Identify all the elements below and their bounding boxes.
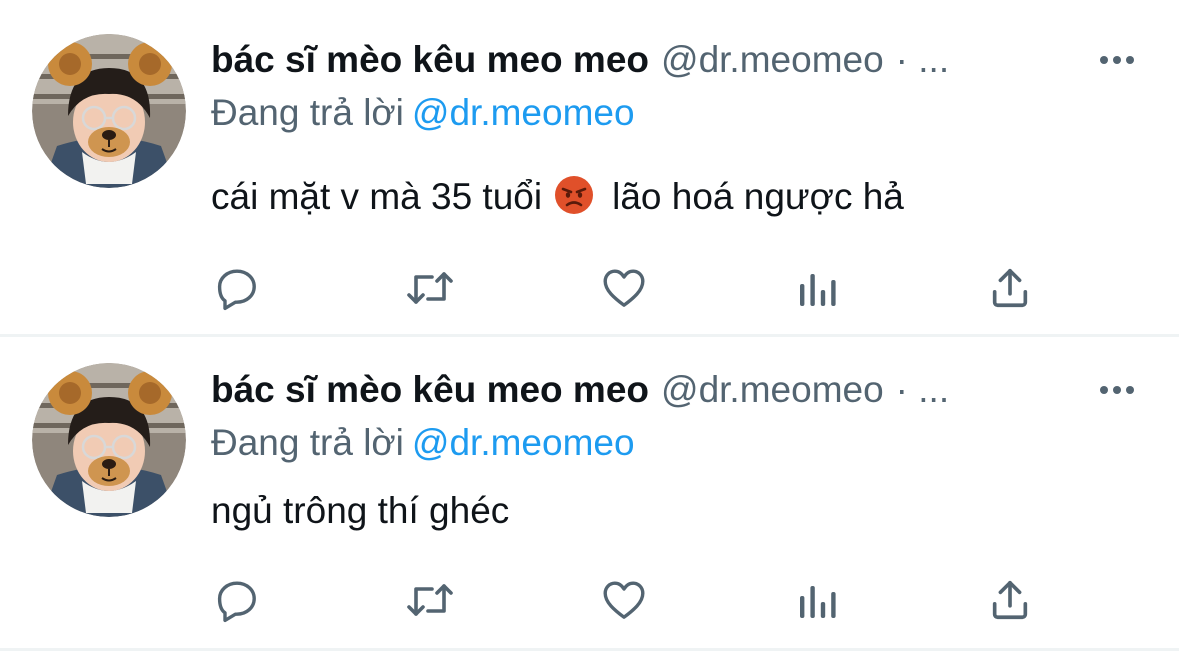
views-button[interactable]: [788, 570, 848, 630]
more-options-button[interactable]: [1095, 368, 1139, 412]
replying-to: Đang trả lời @dr.meomeo: [211, 88, 635, 138]
heart-icon: [603, 269, 645, 307]
reply-mention-link[interactable]: @dr.meomeo: [412, 92, 635, 133]
share-button[interactable]: [980, 258, 1040, 318]
reply-bubble-icon: [217, 581, 256, 623]
share-button[interactable]: [980, 570, 1040, 630]
timestamp-truncated: · ...: [895, 369, 950, 410]
tweet-divider: [0, 334, 1179, 337]
tweet-actions: [0, 570, 1179, 630]
tweet-divider: [0, 648, 1179, 651]
avatar[interactable]: [32, 34, 186, 188]
replying-to: Đang trả lời @dr.meomeo: [211, 418, 635, 468]
retweet-button[interactable]: [400, 258, 460, 318]
retweet-icon: [407, 584, 453, 616]
share-upload-icon: [992, 580, 1028, 620]
user-handle[interactable]: @dr.meomeo: [661, 39, 884, 80]
replying-label: Đang trả lời: [211, 92, 404, 133]
reply-button[interactable]: [207, 258, 267, 318]
display-name[interactable]: bác sĩ mèo kêu meo meo: [211, 39, 649, 80]
avatar[interactable]: [32, 363, 186, 517]
heart-icon: [603, 581, 645, 619]
analytics-bars-icon: [800, 586, 836, 618]
user-handle[interactable]: @dr.meomeo: [661, 369, 884, 410]
avatar-image: [32, 363, 186, 517]
replying-label: Đang trả lời: [211, 422, 404, 463]
avatar-image: [32, 34, 186, 188]
timestamp-truncated: · ...: [895, 39, 950, 80]
display-name[interactable]: bác sĩ mèo kêu meo meo: [211, 369, 649, 410]
tweet-actions: [0, 258, 1179, 318]
tweet-text-part: cái mặt v mà 35 tuổi: [211, 176, 543, 217]
analytics-bars-icon: [800, 274, 836, 306]
tweet-text: cái mặt v mà 35 tuổi lão hoá ngược hả: [211, 170, 904, 224]
like-button[interactable]: [594, 258, 654, 318]
tweet-header: bác sĩ mèo kêu meo meo @dr.meomeo · ...: [211, 34, 1059, 86]
tweet-header: bác sĩ mèo kêu meo meo @dr.meomeo · ...: [211, 364, 1059, 416]
more-dots-icon: [1100, 56, 1134, 64]
like-button[interactable]: [594, 570, 654, 630]
more-options-button[interactable]: [1095, 38, 1139, 82]
tweet-reply[interactable]: bác sĩ mèo kêu meo meo @dr.meomeo · ... Đa…: [0, 340, 1179, 648]
tweet-reply[interactable]: bác sĩ mèo kêu meo meo @dr.meomeo · ... Đa…: [0, 0, 1179, 336]
views-button[interactable]: [788, 258, 848, 318]
reply-mention-link[interactable]: @dr.meomeo: [412, 422, 635, 463]
retweet-icon: [407, 272, 453, 304]
angry-face-emoji: [555, 176, 594, 214]
reply-bubble-icon: [217, 269, 256, 311]
retweet-button[interactable]: [400, 570, 460, 630]
share-upload-icon: [992, 268, 1028, 308]
tweet-text: ngủ trông thí ghéc: [211, 490, 510, 531]
reply-button[interactable]: [207, 570, 267, 630]
more-dots-icon: [1100, 386, 1134, 394]
tweet-text-part: lão hoá ngược hả: [612, 176, 904, 217]
